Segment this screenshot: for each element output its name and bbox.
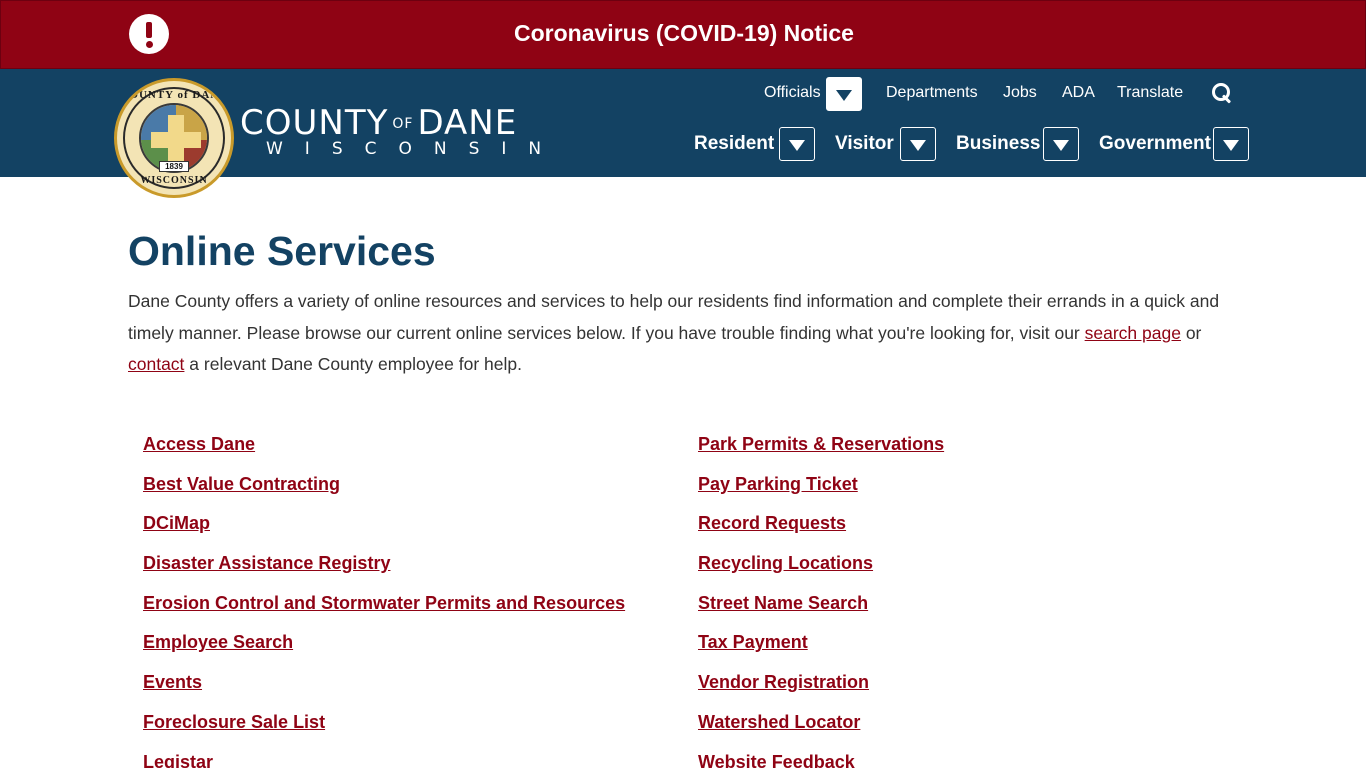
service-link[interactable]: Vendor Registration: [698, 672, 944, 712]
visitor-dropdown-toggle[interactable]: [900, 127, 936, 161]
service-link[interactable]: Events: [143, 672, 625, 712]
intro-text-3: a relevant Dane County employee for help…: [184, 354, 522, 374]
intro-text-1: Dane County offers a variety of online r…: [128, 291, 1220, 343]
government-dropdown-toggle[interactable]: [1213, 127, 1249, 161]
intro-text-2: or: [1180, 322, 1202, 343]
search-page-link[interactable]: search page: [1085, 323, 1181, 343]
nav-business[interactable]: Business: [956, 133, 1040, 155]
business-dropdown-toggle[interactable]: [1043, 127, 1079, 161]
nav-resident[interactable]: Resident: [694, 133, 774, 155]
service-link[interactable]: Park Permits & Reservations: [698, 434, 944, 474]
nav-jobs[interactable]: Jobs: [1003, 84, 1037, 102]
service-link[interactable]: Erosion Control and Stormwater Permits a…: [143, 593, 625, 633]
contact-link[interactable]: contact: [128, 354, 184, 374]
service-link[interactable]: Watershed Locator: [698, 712, 944, 752]
officials-dropdown-toggle[interactable]: [826, 77, 862, 111]
wordmark-of: OF: [392, 116, 414, 132]
service-link[interactable]: Record Requests: [698, 513, 944, 553]
service-link[interactable]: Tax Payment: [698, 632, 944, 672]
nav-ada[interactable]: ADA: [1062, 84, 1095, 102]
services-list-left: Access Dane Best Value Contracting DCiMa…: [143, 434, 625, 768]
covid-notice-link[interactable]: Coronavirus (COVID-19) Notice: [1, 20, 1366, 47]
nav-visitor[interactable]: Visitor: [835, 133, 894, 155]
service-link[interactable]: Best Value Contracting: [143, 474, 625, 514]
service-link[interactable]: Recycling Locations: [698, 553, 944, 593]
service-link[interactable]: Pay Parking Ticket: [698, 474, 944, 514]
service-link[interactable]: DCiMap: [143, 513, 625, 553]
seal-year: 1839: [159, 161, 189, 172]
county-seal-logo[interactable]: COUNTY of DANE 1839 WISCONSIN: [114, 78, 234, 198]
services-list-right: Park Permits & Reservations Pay Parking …: [698, 434, 944, 768]
page-title: Online Services: [128, 228, 436, 274]
service-link[interactable]: Foreclosure Sale List: [143, 712, 625, 752]
seal-top-text: COUNTY of DANE: [120, 89, 228, 101]
service-link[interactable]: Disaster Assistance Registry: [143, 553, 625, 593]
service-link[interactable]: Legistar: [143, 752, 625, 768]
resident-dropdown-toggle[interactable]: [779, 127, 815, 161]
wordmark-wisconsin: WISCONSIN: [266, 139, 564, 159]
service-link[interactable]: Employee Search: [143, 632, 625, 672]
nav-government[interactable]: Government: [1099, 133, 1211, 155]
seal-bottom-text: WISCONSIN: [140, 175, 208, 186]
intro-paragraph: Dane County offers a variety of online r…: [128, 286, 1238, 381]
wordmark-dane: DANE: [417, 103, 518, 143]
search-icon[interactable]: [1212, 83, 1232, 103]
nav-translate[interactable]: Translate: [1117, 84, 1183, 102]
wordmark-county: COUNTY: [240, 103, 389, 143]
covid-alert-bar[interactable]: Coronavirus (COVID-19) Notice: [0, 0, 1366, 69]
service-link[interactable]: Website Feedback: [698, 752, 944, 768]
service-link[interactable]: Access Dane: [143, 434, 625, 474]
service-link[interactable]: Street Name Search: [698, 593, 944, 633]
nav-departments[interactable]: Departments: [886, 84, 978, 102]
nav-officials[interactable]: Officials: [764, 84, 821, 102]
